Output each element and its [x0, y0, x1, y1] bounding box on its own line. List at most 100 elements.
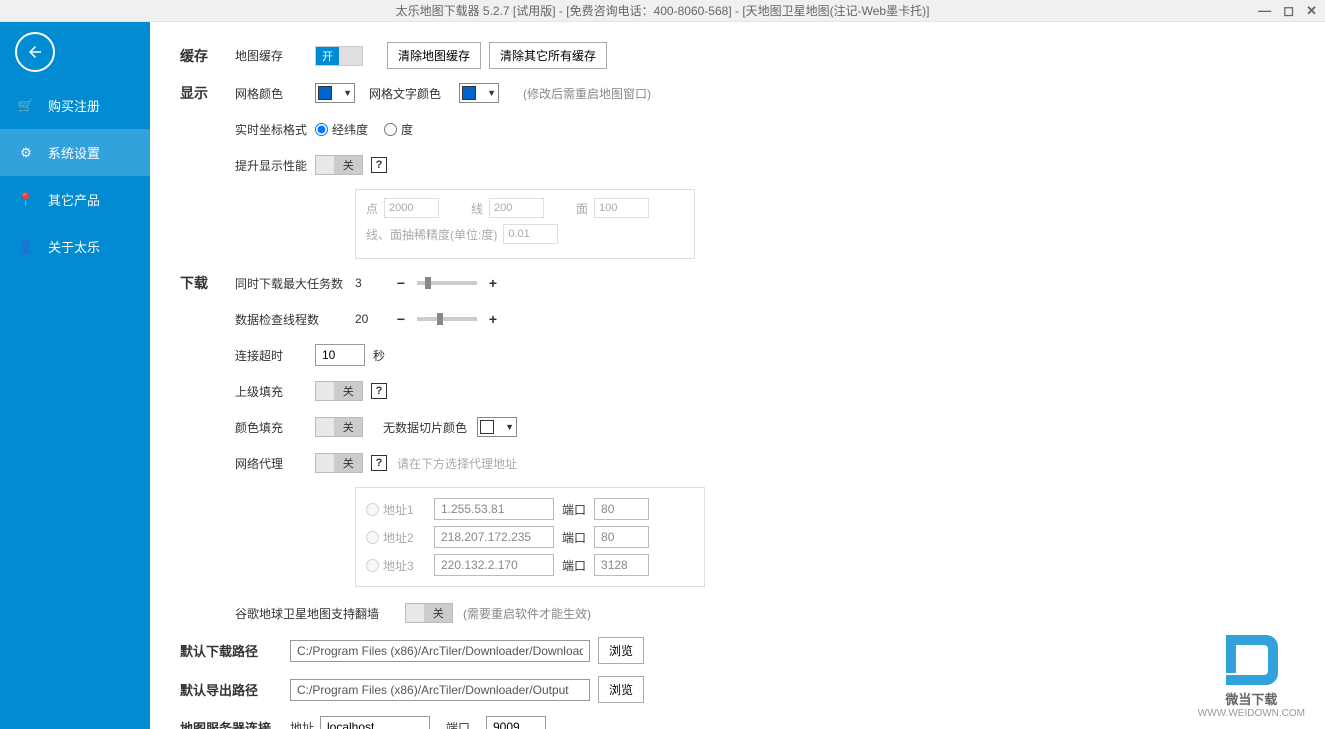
titlebar: 太乐地图下载器 5.2.7 [试用版] - [免费咨询电话：400-8060-5…: [0, 0, 1325, 22]
check-threads-slider[interactable]: [417, 317, 477, 321]
watermark-name: 微当下载: [1198, 689, 1305, 708]
coord-latlon-radio[interactable]: 经纬度: [315, 121, 368, 138]
watermark-url: WWW.WEIDOWN.COM: [1198, 708, 1305, 719]
minus-button[interactable]: −: [395, 275, 407, 291]
max-tasks-slider[interactable]: [417, 281, 477, 285]
grid-text-color-label: 网格文字颜色: [369, 85, 459, 102]
server-port-label: 端口: [446, 719, 486, 729]
color-swatch-icon: [462, 86, 476, 100]
export-path-input[interactable]: [290, 679, 590, 701]
watermark: 微当下载 WWW.WEIDOWN.COM: [1198, 625, 1305, 719]
proxy-addr1-input[interactable]: [434, 498, 554, 520]
help-icon[interactable]: ?: [371, 383, 387, 399]
proxy-addr2-input[interactable]: [434, 526, 554, 548]
grid-color-picker[interactable]: ▼: [315, 83, 355, 103]
person-icon: 👤: [18, 239, 34, 255]
cart-icon: 🛒: [18, 98, 34, 114]
maximize-button[interactable]: ◻: [1283, 3, 1294, 19]
chevron-down-icon: ▼: [505, 422, 514, 432]
color-swatch-icon: [318, 86, 332, 100]
map-cache-label: 地图缓存: [235, 47, 315, 64]
browse-download-button[interactable]: 浏览: [598, 637, 644, 664]
export-path-label: 默认导出路径: [180, 680, 290, 699]
proxy-addr3-radio[interactable]: 地址3: [366, 557, 426, 574]
proxy-addr3-input[interactable]: [434, 554, 554, 576]
google-wall-label: 谷歌地球卫星地图支持翻墙: [235, 605, 405, 622]
server-addr-input[interactable]: [320, 716, 430, 729]
grid-text-color-picker[interactable]: ▼: [459, 83, 499, 103]
color-fill-toggle[interactable]: 关: [315, 417, 363, 437]
check-threads-value: 20: [355, 312, 385, 326]
clear-map-cache-button[interactable]: 清除地图缓存: [387, 42, 481, 69]
proxy-toggle[interactable]: 关: [315, 453, 363, 473]
settings-panel: 缓存 地图缓存 开 清除地图缓存 清除其它所有缓存 显示 网格颜色 ▼ 网格文字…: [150, 22, 1325, 729]
window-title: 太乐地图下载器 5.2.7 [试用版] - [免费咨询电话：400-8060-5…: [396, 2, 930, 19]
proxy-addr1-radio[interactable]: 地址1: [366, 501, 426, 518]
sidebar: 🛒 购买注册 ⚙ 系统设置 📍 其它产品 👤 关于太乐: [0, 22, 150, 729]
upper-fill-toggle[interactable]: 关: [315, 381, 363, 401]
download-path-input[interactable]: [290, 640, 590, 662]
server-port-input[interactable]: [486, 716, 546, 729]
server-addr-label: 地址: [290, 719, 320, 729]
color-fill-label: 颜色填充: [235, 419, 315, 436]
restart-note: (修改后需重启地图窗口): [523, 85, 651, 102]
section-download: 下载: [180, 273, 235, 293]
sidebar-item-settings[interactable]: ⚙ 系统设置: [0, 129, 150, 176]
check-threads-label: 数据检查线程数: [235, 311, 355, 328]
minus-button[interactable]: −: [395, 311, 407, 327]
perf-label: 提升显示性能: [235, 157, 315, 174]
chevron-down-icon: ▼: [487, 88, 496, 98]
coord-format-label: 实时坐标格式: [235, 121, 315, 138]
coord-degree-radio[interactable]: 度: [384, 121, 413, 138]
color-swatch-icon: [480, 420, 494, 434]
grid-color-label: 网格颜色: [235, 85, 315, 102]
plus-button[interactable]: +: [487, 311, 499, 327]
gear-icon: ⚙: [18, 145, 34, 161]
sidebar-item-label: 购买注册: [48, 96, 100, 115]
sidebar-item-about[interactable]: 👤 关于太乐: [0, 223, 150, 270]
perf-params-box: 点 线 面 线、面抽稀精度(单位:度): [355, 189, 695, 259]
back-button[interactable]: [15, 32, 55, 72]
minimize-button[interactable]: —: [1258, 3, 1271, 19]
proxy-hint: 请在下方选择代理地址: [397, 455, 517, 472]
max-tasks-value: 3: [355, 276, 385, 290]
google-wall-toggle[interactable]: 关: [405, 603, 453, 623]
help-icon[interactable]: ?: [371, 455, 387, 471]
proxy-label: 网络代理: [235, 455, 315, 472]
chevron-down-icon: ▼: [343, 88, 352, 98]
map-cache-toggle[interactable]: 开: [315, 46, 363, 66]
sidebar-item-label: 关于太乐: [48, 237, 100, 256]
sidebar-item-purchase[interactable]: 🛒 购买注册: [0, 82, 150, 129]
precision-input[interactable]: [503, 224, 558, 244]
pin-icon: 📍: [18, 192, 34, 208]
nodata-color-picker[interactable]: ▼: [477, 417, 517, 437]
sidebar-item-products[interactable]: 📍 其它产品: [0, 176, 150, 223]
nodata-color-label: 无数据切片颜色: [383, 419, 467, 436]
google-wall-note: (需要重启软件才能生效): [463, 605, 591, 622]
section-display: 显示: [180, 83, 235, 103]
download-path-label: 默认下载路径: [180, 641, 290, 660]
sidebar-item-label: 其它产品: [48, 190, 100, 209]
point-input[interactable]: [384, 198, 439, 218]
timeout-label: 连接超时: [235, 347, 315, 364]
proxy-addr2-radio[interactable]: 地址2: [366, 529, 426, 546]
close-button[interactable]: ✕: [1306, 3, 1317, 19]
timeout-input[interactable]: [315, 344, 365, 366]
section-cache: 缓存: [180, 46, 235, 66]
area-input[interactable]: [594, 198, 649, 218]
server-label: 地图服务器连接: [180, 718, 290, 729]
clear-other-cache-button[interactable]: 清除其它所有缓存: [489, 42, 607, 69]
sidebar-item-label: 系统设置: [48, 143, 100, 162]
plus-button[interactable]: +: [487, 275, 499, 291]
max-tasks-label: 同时下载最大任务数: [235, 275, 355, 292]
proxy-port2-input[interactable]: [594, 526, 649, 548]
help-icon[interactable]: ?: [371, 157, 387, 173]
proxy-port1-input[interactable]: [594, 498, 649, 520]
watermark-logo-icon: [1216, 625, 1286, 685]
browse-export-button[interactable]: 浏览: [598, 676, 644, 703]
proxy-port3-input[interactable]: [594, 554, 649, 576]
line-input[interactable]: [489, 198, 544, 218]
proxy-list-box: 地址1 端口 地址2 端口 地址3 端口: [355, 487, 705, 587]
back-arrow-icon: [26, 43, 44, 61]
perf-toggle[interactable]: 关: [315, 155, 363, 175]
